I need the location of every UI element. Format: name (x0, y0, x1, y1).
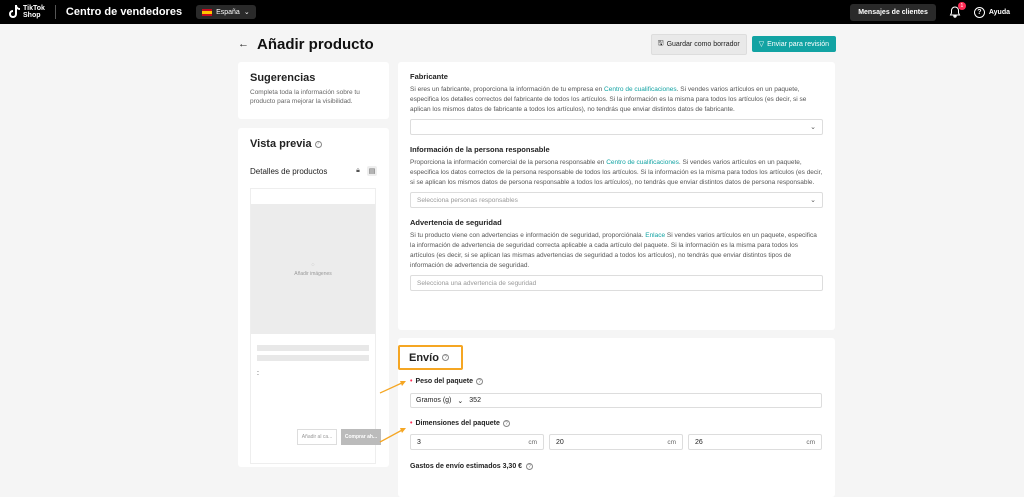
safety-select[interactable]: Selecciona una advertencia de seguridad (410, 275, 823, 291)
page-title: Añadir producto (257, 35, 374, 53)
image-icon: ◌ (311, 261, 315, 268)
weight-value[interactable]: 352 (469, 397, 481, 404)
top-bar: TikTok Shop Centro de vendedores España … (0, 0, 1024, 24)
preview-title: Vista previa (250, 138, 312, 150)
product-details-row: Detalles de productos 🔒︎ ▤ (250, 166, 377, 176)
weight-label: • Peso del paquete ? (410, 378, 484, 385)
chevron-down-icon: ⌄ (810, 124, 816, 131)
dimensions-label: • Dimensiones del paquete ? (410, 420, 510, 427)
logo-line-2: Shop (23, 12, 41, 19)
spain-flag-icon (202, 8, 213, 16)
responsible-placeholder: Selecciona personas responsables (417, 196, 518, 204)
preview-card: Vista previa ? Detalles de productos 🔒︎ … (238, 128, 389, 467)
responsible-title: Información de la persona responsable (410, 145, 550, 154)
weight-input[interactable]: Gramos (g) ⌄ 352 (410, 393, 822, 408)
region-selector[interactable]: España ⌄ (196, 5, 256, 19)
tiktok-logo-icon (8, 5, 20, 19)
chevron-down-icon: ⌄ (243, 9, 250, 16)
lock-icon[interactable]: 🔒︎ (353, 166, 363, 176)
shipping-title: Envío ? (398, 345, 463, 370)
responsible-person-section: Información de la persona responsable Pr… (410, 145, 823, 208)
safety-title: Advertencia de seguridad (410, 218, 502, 227)
safety-warning-section: Advertencia de seguridad Si tu producto … (410, 218, 823, 291)
qualifications-link[interactable]: Centro de cualificaciones (604, 86, 677, 93)
title-placeholder (257, 345, 369, 351)
responsible-text: Proporciona la información comercial de … (410, 159, 823, 186)
compliance-card: Fabricante Si eres un fabricante, propor… (398, 62, 835, 330)
help-icon: ? (973, 6, 985, 18)
length-input[interactable]: 3 cm (410, 434, 544, 450)
send-icon: ▽ (758, 41, 765, 48)
shipping-card: Envío ? • Peso del paquete ? Gramos (g) … (398, 338, 835, 497)
shipping-title-text: Envío (409, 351, 439, 364)
save-draft-label: Guardar como borrador (666, 40, 740, 48)
back-arrow-icon[interactable]: ← (238, 38, 249, 50)
customer-messages-button[interactable]: Mensajes de clientes (850, 3, 936, 21)
save-draft-button[interactable]: 🖫 Guardar como borrador (650, 33, 747, 55)
responsible-select[interactable]: Selecciona personas responsables ⌄ (410, 192, 823, 208)
product-details-label: Detalles de productos (250, 166, 328, 176)
manufacturer-select[interactable]: ⌄ (410, 119, 823, 135)
notification-badge: 1 (957, 2, 966, 10)
header-divider (54, 5, 56, 19)
safety-link[interactable]: Enlace (645, 232, 665, 239)
required-marker: • (410, 378, 413, 385)
height-input[interactable]: 26 cm (688, 434, 822, 450)
qualifications-link[interactable]: Centro de cualificaciones (606, 159, 679, 166)
manufacturer-title: Fabricante (410, 72, 448, 81)
submit-review-button[interactable]: ▽ Enviar para revisión (751, 36, 836, 52)
safety-placeholder: Selecciona una advertencia de seguridad (417, 279, 537, 287)
copy-icon[interactable]: ▤ (367, 166, 377, 176)
estimated-shipping-cost: Gastos de envío estimados 3,30 € ? (410, 463, 534, 470)
chevron-down-icon: ⌄ (810, 197, 816, 204)
add-to-cart-button: Añadir al ca... (297, 429, 337, 445)
suggestions-title: Sugerencias (250, 72, 316, 84)
buy-now-button: Comprar ah... (341, 429, 381, 445)
app-title: Centro de vendedores (65, 6, 183, 18)
region-label: España (216, 8, 240, 16)
save-icon: 🖫 (657, 39, 664, 47)
image-placeholder: ◌ Añadir imágenes (251, 204, 375, 334)
logo-line-1: TikTok (23, 5, 45, 12)
info-icon[interactable]: ? (314, 140, 322, 148)
info-icon[interactable]: ? (476, 378, 484, 385)
info-icon[interactable]: ? (441, 354, 449, 361)
phone-preview: ◌ Añadir imágenes : Añadir al ca... Comp… (250, 188, 381, 464)
tiktok-shop-logo[interactable]: TikTok Shop (8, 5, 45, 19)
notifications-button[interactable]: 1 (948, 2, 966, 19)
preview-heading: Vista previa ? (250, 138, 377, 150)
help-button[interactable]: ? Ayuda (973, 6, 1010, 18)
width-input[interactable]: 20 cm (549, 434, 683, 450)
help-label: Ayuda (988, 8, 1010, 16)
suggestions-card: Sugerencias Completa toda la información… (238, 62, 389, 119)
price-placeholder (257, 355, 369, 361)
manufacturer-section: Fabricante Si eres un fabricante, propor… (410, 72, 823, 135)
suggestions-text: Completa toda la información sobre tu pr… (250, 89, 360, 105)
chevron-down-icon: ⌄ (457, 397, 464, 405)
submit-label: Enviar para revisión (767, 40, 829, 48)
info-icon[interactable]: ? (502, 420, 510, 427)
info-icon[interactable]: ? (526, 463, 534, 470)
page-header: ← Añadir producto 🖫 Guardar como borrado… (238, 33, 836, 55)
manufacturer-text: Si eres un fabricante, proporciona la in… (410, 86, 807, 113)
weight-unit-select[interactable]: Gramos (g) ⌄ (416, 397, 463, 405)
variant-label: : (257, 370, 259, 377)
add-images-label: Añadir imágenes (294, 270, 332, 277)
safety-text: Si tu producto viene con advertencias e … (410, 232, 817, 269)
required-marker: • (410, 420, 413, 427)
